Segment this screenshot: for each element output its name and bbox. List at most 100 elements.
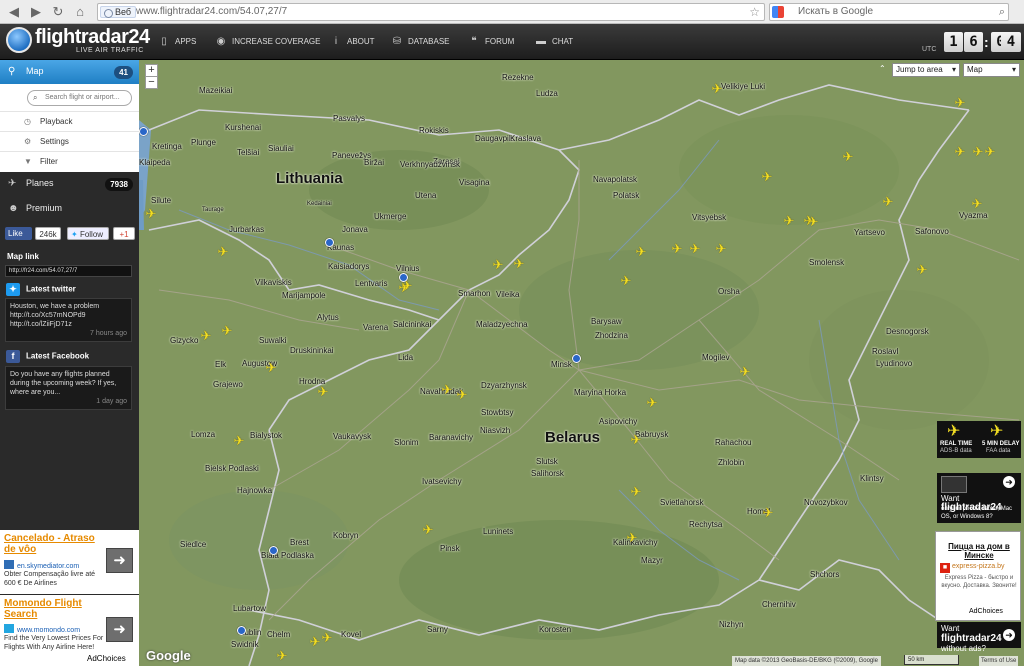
aircraft-marker[interactable]: ✈ bbox=[646, 396, 658, 409]
jump-to-area-select[interactable]: Jump to area bbox=[892, 63, 960, 77]
airport-marker[interactable] bbox=[269, 546, 278, 555]
ad-arrow-button[interactable]: ➜ bbox=[106, 617, 133, 642]
ad-title[interactable]: Пицца на дом в Минске bbox=[940, 542, 1018, 560]
twitter-follow-button[interactable]: ✦ Follow bbox=[67, 227, 109, 240]
aircraft-marker[interactable]: ✈ bbox=[671, 242, 683, 255]
aircraft-marker[interactable]: ✈ bbox=[620, 274, 632, 287]
aircraft-marker[interactable]: ✈ bbox=[761, 170, 773, 183]
sidebar-item-premium[interactable]: ☻ Premium bbox=[0, 197, 139, 221]
sidebar-item-planes[interactable]: ✈ Planes 7938 bbox=[0, 172, 139, 196]
sidebar-item-filter[interactable]: ▼ Filter bbox=[0, 151, 139, 171]
map-type-select[interactable]: Map bbox=[963, 63, 1020, 77]
sidebar-item-settings[interactable]: ⚙ Settings bbox=[0, 131, 139, 151]
realtime-info-box[interactable]: ✈ ✈ REAL TIME ADS-B data 5 MIN DELAY FAA… bbox=[937, 421, 1021, 458]
get-app-promo[interactable]: ➜ Want flightradar24 on your phone, tabl… bbox=[937, 473, 1021, 523]
aircraft-marker[interactable]: ✈ bbox=[715, 242, 727, 255]
aircraft-marker[interactable]: ✈ bbox=[441, 383, 453, 396]
ad-domain[interactable]: www.momondo.com bbox=[4, 624, 80, 634]
nav-database[interactable]: ⛁ DATABASE bbox=[390, 36, 450, 48]
aircraft-marker[interactable]: ✈ bbox=[971, 197, 983, 210]
twitter-feed-item[interactable]: Houston, we have a problem http://t.co/X… bbox=[5, 298, 132, 342]
facebook-like-button[interactable]: Like bbox=[5, 227, 32, 240]
eye-icon: ◉ bbox=[216, 36, 226, 47]
aircraft-marker[interactable]: ✈ bbox=[882, 195, 894, 208]
ad-arrow-button[interactable]: ➜ bbox=[106, 548, 133, 573]
aircraft-marker[interactable]: ✈ bbox=[630, 433, 642, 446]
reload-icon[interactable]: ↻ bbox=[50, 4, 66, 20]
adchoices-label[interactable]: AdChoices bbox=[84, 652, 129, 665]
aircraft-marker[interactable]: ✈ bbox=[233, 434, 245, 447]
forward-icon[interactable]: ▶ bbox=[28, 4, 44, 20]
airport-marker[interactable] bbox=[325, 238, 334, 247]
bookmark-star-icon[interactable]: ☆ bbox=[749, 4, 760, 20]
airport-marker[interactable] bbox=[572, 354, 581, 363]
google-plus-button[interactable]: +1 bbox=[113, 227, 135, 240]
aircraft-marker[interactable]: ✈ bbox=[842, 150, 854, 163]
sidebar-item-playback[interactable]: ◷ Playback bbox=[0, 111, 139, 131]
aircraft-marker[interactable]: ✈ bbox=[309, 635, 321, 648]
aircraft-marker[interactable]: ✈ bbox=[807, 215, 819, 228]
aircraft-marker[interactable]: ✈ bbox=[456, 388, 468, 401]
arrow-right-icon[interactable]: ➜ bbox=[1003, 476, 1015, 488]
aircraft-marker[interactable]: ✈ bbox=[739, 365, 751, 378]
facebook-feed-item[interactable]: Do you have any flights planned during t… bbox=[5, 366, 132, 410]
map-canvas[interactable]: + − ⌃ Jump to area Map Lithuania Belarus… bbox=[139, 60, 1024, 666]
airport-marker[interactable] bbox=[139, 127, 148, 136]
city-label: Mogilev bbox=[702, 353, 730, 362]
aircraft-marker[interactable]: ✈ bbox=[783, 214, 795, 227]
aircraft-marker[interactable]: ✈ bbox=[321, 631, 333, 644]
logo-globe-icon[interactable] bbox=[6, 27, 32, 53]
arrow-right-icon[interactable]: ➜ bbox=[1003, 629, 1015, 641]
adchoices-label[interactable]: AdChoices bbox=[966, 606, 1006, 618]
browser-search-box[interactable]: Искать в Google ⌕ bbox=[769, 3, 1009, 21]
nav-chat[interactable]: ▬ CHAT bbox=[534, 36, 573, 48]
aircraft-marker[interactable]: ✈ bbox=[762, 506, 774, 519]
search-icon[interactable]: ⌕ bbox=[999, 4, 1005, 20]
ad-domain[interactable]: en.skymediator.com bbox=[4, 560, 79, 570]
remove-ads-promo[interactable]: Want flightradar24 without ads? ➜ bbox=[937, 622, 1021, 653]
aircraft-marker[interactable]: ✈ bbox=[630, 485, 642, 498]
home-icon[interactable]: ⌂ bbox=[72, 4, 88, 20]
aircraft-marker[interactable]: ✈ bbox=[513, 257, 525, 270]
terms-of-use-link[interactable]: Terms of Use bbox=[979, 656, 1019, 666]
address-bar[interactable]: Веб www.flightradar24.com/54.07,27/7 ☆ bbox=[97, 3, 765, 21]
sidebar-item-map[interactable]: ⚲ Map 41 bbox=[0, 60, 139, 84]
flight-search-input[interactable]: ⌕ Search flight or airport... bbox=[27, 90, 132, 106]
logo-text[interactable]: flightradar24 bbox=[35, 26, 150, 48]
map-copyright[interactable]: Map data ©2013 GeoBasis-DE/BKG (©2009), … bbox=[732, 656, 881, 666]
ad-domain[interactable]: express-pizza.by bbox=[952, 563, 1005, 570]
aircraft-marker[interactable]: ✈ bbox=[492, 258, 504, 271]
airport-marker[interactable] bbox=[237, 626, 246, 635]
airport-marker[interactable] bbox=[399, 273, 408, 282]
aircraft-marker[interactable]: ✈ bbox=[954, 96, 966, 109]
page-info-chip[interactable]: Веб bbox=[100, 6, 137, 18]
aircraft-marker[interactable]: ✈ bbox=[276, 649, 288, 662]
aircraft-marker[interactable]: ✈ bbox=[265, 361, 277, 374]
nav-increase-coverage[interactable]: ◉ INCREASE COVERAGE bbox=[214, 36, 321, 48]
aircraft-marker[interactable]: ✈ bbox=[200, 329, 212, 342]
map-link-field[interactable]: http://fr24.com/54.07,27/7 bbox=[5, 265, 132, 277]
aircraft-marker[interactable]: ✈ bbox=[972, 145, 984, 158]
aircraft-marker[interactable]: ✈ bbox=[217, 245, 229, 258]
ad-title[interactable]: Momondo Flight Search bbox=[4, 598, 100, 620]
aircraft-marker[interactable]: ✈ bbox=[984, 145, 996, 158]
ad-title[interactable]: Cancelado - Atraso de vôo bbox=[4, 533, 100, 555]
nav-apps[interactable]: ▯ APPS bbox=[157, 36, 196, 48]
nav-about[interactable]: i ABOUT bbox=[329, 36, 375, 48]
aircraft-marker[interactable]: ✈ bbox=[626, 531, 638, 544]
aircraft-marker[interactable]: ✈ bbox=[916, 263, 928, 276]
aircraft-marker[interactable]: ✈ bbox=[422, 523, 434, 536]
aircraft-marker[interactable]: ✈ bbox=[221, 324, 233, 337]
back-icon[interactable]: ◀ bbox=[6, 4, 22, 20]
aircraft-marker[interactable]: ✈ bbox=[689, 242, 701, 255]
aircraft-marker[interactable]: ✈ bbox=[635, 245, 647, 258]
aircraft-marker[interactable]: ✈ bbox=[711, 82, 723, 95]
url-text[interactable]: www.flightradar24.com/54.07,27/7 bbox=[136, 5, 287, 19]
zoom-out-button[interactable]: − bbox=[145, 76, 158, 89]
collapse-arrows-icon[interactable]: ⌃ bbox=[879, 64, 886, 73]
aircraft-marker[interactable]: ✈ bbox=[317, 385, 329, 398]
aircraft-marker[interactable]: ✈ bbox=[145, 207, 157, 220]
nav-forum[interactable]: ❝ FORUM bbox=[467, 36, 514, 48]
aircraft-marker[interactable]: ✈ bbox=[954, 145, 966, 158]
sidebar-ad[interactable]: Cancelado - Atraso de vôo en.skymediator… bbox=[0, 530, 139, 594]
